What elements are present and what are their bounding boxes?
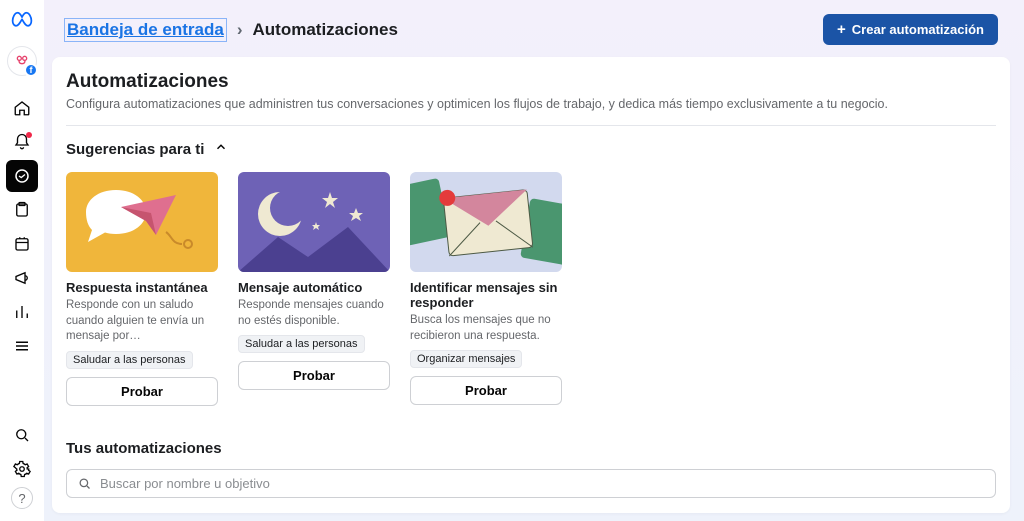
card-tag: Saludar a las personas	[238, 335, 365, 353]
facebook-badge-icon: f	[24, 63, 38, 77]
breadcrumb-inbox-link[interactable]: Bandeja de entrada	[64, 18, 227, 42]
sidebar-item-posts[interactable]	[6, 194, 38, 226]
card-description: Responde mensajes cuando no estés dispon…	[238, 298, 390, 329]
card-description: Responde con un saludo cuando alguien te…	[66, 298, 218, 345]
global-sidebar: f	[0, 0, 44, 521]
suggestions-heading: Sugerencias para ti	[66, 141, 204, 158]
header-row: Bandeja de entrada › Automatizaciones + …	[52, 8, 1010, 57]
card-try-button[interactable]: Probar	[66, 377, 218, 406]
create-automation-button[interactable]: + Crear automatización	[823, 14, 998, 45]
card-try-button[interactable]: Probar	[238, 361, 390, 390]
card-illustration-instant-reply	[66, 172, 218, 272]
app-root: f	[0, 0, 1024, 521]
content-panel: Automatizaciones Configura automatizacio…	[52, 57, 1010, 513]
sidebar-item-insights[interactable]	[6, 296, 38, 328]
sidebar-item-all-tools[interactable]	[6, 330, 38, 362]
sidebar-item-settings[interactable]	[6, 453, 38, 485]
automations-search-input[interactable]	[100, 476, 985, 491]
sidebar-item-notifications[interactable]	[6, 126, 38, 158]
suggestion-cards: Respuesta instantánea Responde con un sa…	[66, 172, 996, 406]
card-tag: Saludar a las personas	[66, 351, 193, 369]
sidebar-item-search[interactable]	[6, 419, 38, 451]
breadcrumb-current: Automatizaciones	[253, 20, 398, 40]
search-icon	[77, 476, 92, 491]
divider	[66, 125, 996, 126]
chevron-right-icon: ›	[237, 20, 243, 40]
business-avatar[interactable]: f	[7, 46, 37, 76]
card-title: Identificar mensajes sin responder	[410, 280, 562, 310]
card-illustration-away-message	[238, 172, 390, 272]
sidebar-item-help[interactable]: ?	[11, 487, 33, 509]
meta-logo[interactable]	[8, 6, 36, 34]
card-tag: Organizar mensajes	[410, 350, 522, 368]
your-automations-section: Tus automatizaciones Estado Nombre Objet…	[66, 440, 996, 513]
card-title: Respuesta instantánea	[66, 280, 218, 295]
breadcrumb: Bandeja de entrada › Automatizaciones	[64, 18, 398, 42]
suggestion-card-away-message: Mensaje automático Responde mensajes cua…	[238, 172, 390, 406]
main-area: Bandeja de entrada › Automatizaciones + …	[44, 0, 1024, 521]
sidebar-item-calendar[interactable]	[6, 228, 38, 260]
card-illustration-unanswered	[410, 172, 562, 272]
sidebar-item-inbox[interactable]	[6, 160, 38, 192]
plus-icon: +	[837, 22, 846, 37]
page-description: Configura automatizaciones que administr…	[66, 97, 996, 111]
card-description: Busca los mensajes que no recibieron una…	[410, 313, 562, 344]
collapse-toggle[interactable]	[214, 140, 228, 158]
sidebar-item-home[interactable]	[6, 92, 38, 124]
your-automations-heading: Tus automatizaciones	[66, 440, 996, 457]
page-title: Automatizaciones	[66, 71, 996, 93]
card-title: Mensaje automático	[238, 280, 390, 295]
create-automation-label: Crear automatización	[852, 22, 984, 37]
suggestions-heading-row: Sugerencias para ti	[66, 140, 996, 158]
notification-dot-icon	[26, 132, 32, 138]
card-try-button[interactable]: Probar	[410, 376, 562, 405]
suggestion-card-instant-reply: Respuesta instantánea Responde con un sa…	[66, 172, 218, 406]
automations-search[interactable]	[66, 469, 996, 498]
sidebar-item-ads[interactable]	[6, 262, 38, 294]
suggestion-card-unanswered: Identificar mensajes sin responder Busca…	[410, 172, 562, 406]
